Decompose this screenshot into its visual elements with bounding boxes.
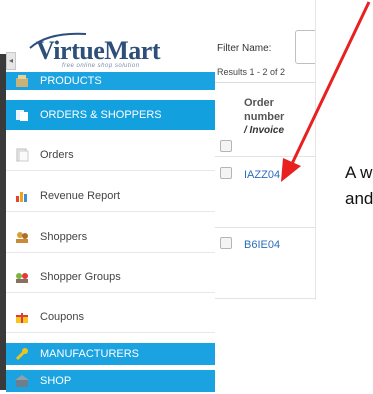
row-checkbox[interactable] xyxy=(220,167,232,179)
sidebar-item-orders-shoppers[interactable]: ORDERS & SHOPPERS xyxy=(6,100,215,130)
sidebar-item-label: MANUFACTURERS xyxy=(40,348,140,360)
sidebar-item-revenue-report[interactable]: Revenue Report xyxy=(6,181,215,212)
sidebar-item-label: Revenue Report xyxy=(40,190,121,202)
shop-icon xyxy=(15,375,29,387)
wrench-icon xyxy=(15,348,28,361)
shoppers-icon xyxy=(16,232,28,243)
shopper-groups-icon xyxy=(16,273,28,283)
sidebar-item-label: Shoppers xyxy=(40,231,88,243)
annotation-arrow-icon xyxy=(281,1,371,182)
table-row: B6IE04 xyxy=(215,228,315,298)
select-all-checkbox[interactable] xyxy=(220,140,232,152)
sidebar-item-shoppers[interactable]: Shoppers xyxy=(6,222,215,253)
orders-shoppers-icon xyxy=(16,110,28,121)
virtuemart-logo: VirtueMart free online shop solution xyxy=(22,30,202,69)
sidebar-item-manufacturers[interactable]: MANUFACTURERS xyxy=(6,343,215,365)
divider xyxy=(215,298,315,299)
order-number-link[interactable]: B6IE04 xyxy=(244,239,280,251)
sidebar-item-label: PRODUCTS xyxy=(40,75,102,87)
sidebar-item-label: ORDERS & SHOPPERS xyxy=(40,109,162,121)
sidebar-item-shop[interactable]: SHOP xyxy=(6,370,215,392)
sidebar-item-label: SHOP xyxy=(40,375,72,387)
sidebar-item-shopper-groups[interactable]: Shopper Groups xyxy=(6,262,215,293)
products-icon xyxy=(16,75,28,87)
orders-icon xyxy=(16,148,29,162)
sidebar-item-orders[interactable]: Orders xyxy=(6,140,215,171)
sidebar-item-label: Coupons xyxy=(40,311,85,323)
sidebar-item-label: Shopper Groups xyxy=(40,271,121,283)
filter-name-label: Filter Name: xyxy=(217,43,272,54)
row-checkbox[interactable] xyxy=(220,237,232,249)
sidebar-collapse-handle[interactable]: ◂ xyxy=(6,52,16,70)
bar-chart-icon xyxy=(16,192,27,202)
sidebar-item-label: Orders xyxy=(40,149,74,161)
sidebar-item-products[interactable]: PRODUCTS xyxy=(6,72,215,90)
logo-wordmark: VirtueMart xyxy=(36,36,160,65)
logo-tagline: free online shop solution xyxy=(62,63,140,69)
gift-icon xyxy=(16,313,28,323)
sidebar-item-coupons[interactable]: Coupons xyxy=(6,302,215,333)
